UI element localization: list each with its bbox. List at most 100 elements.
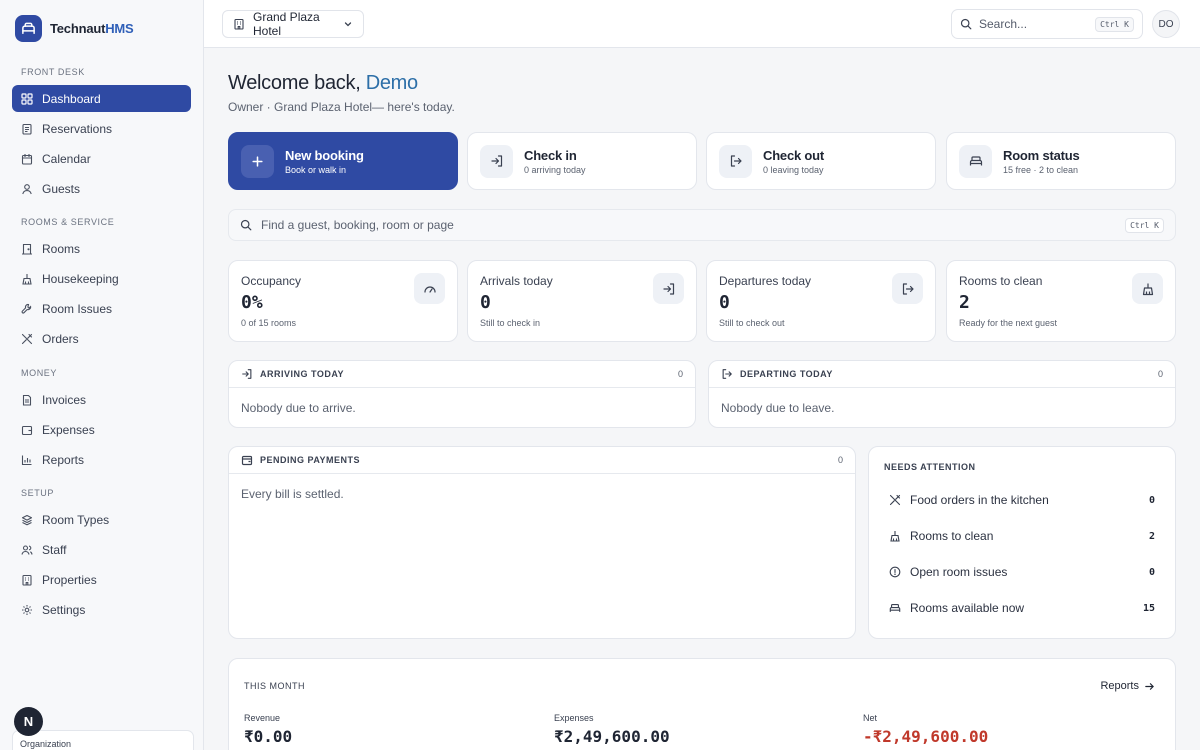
user-avatar[interactable]: DO bbox=[1152, 10, 1180, 38]
plus-icon bbox=[241, 144, 274, 178]
action-title: Room status bbox=[1003, 147, 1080, 163]
section-label-rooms-service: ROOMS & SERVICE bbox=[21, 217, 115, 227]
check-out-button[interactable]: Check out 0 leaving today bbox=[706, 132, 936, 190]
check-in-button[interactable]: Check in 0 arriving today bbox=[467, 132, 697, 190]
door-icon bbox=[21, 243, 33, 255]
utensils-icon bbox=[889, 494, 901, 506]
attention-label: Rooms available now bbox=[910, 601, 1025, 615]
panel-count: 0 bbox=[1157, 369, 1163, 379]
metric-net: Net -₹2,49,600.00 bbox=[863, 713, 988, 746]
login-icon bbox=[480, 144, 513, 178]
sidebar-item-properties[interactable]: Properties bbox=[12, 566, 191, 593]
sidebar-item-label: Housekeeping bbox=[42, 271, 119, 286]
page-title: Welcome back, Demo bbox=[228, 72, 418, 94]
organization-avatar[interactable]: N bbox=[14, 707, 43, 736]
hotel-logo-icon bbox=[15, 15, 42, 42]
panel-title: THIS MONTH bbox=[244, 681, 305, 691]
page-subtitle: Owner · Grand Plaza Hotel— here's today. bbox=[228, 100, 455, 114]
sidebar-item-rooms[interactable]: Rooms bbox=[12, 235, 191, 262]
action-subtitle: 0 arriving today bbox=[524, 164, 586, 175]
needs-attention-panel: NEEDS ATTENTION Food orders in the kitch… bbox=[868, 446, 1176, 639]
sidebar-item-reservations[interactable]: Reservations bbox=[12, 115, 191, 142]
attention-row-rooms-to-clean[interactable]: Rooms to clean 2 bbox=[889, 528, 1155, 544]
sidebar-item-label: Reservations bbox=[42, 121, 113, 136]
metric-label: Expenses bbox=[554, 713, 594, 723]
search-icon bbox=[240, 219, 252, 231]
bed-icon bbox=[959, 144, 992, 178]
gear-icon bbox=[21, 604, 33, 616]
hotel-selector[interactable]: Grand Plaza Hotel bbox=[222, 10, 364, 38]
panel-empty-message: Nobody due to arrive. bbox=[241, 401, 356, 415]
search-icon bbox=[960, 18, 972, 30]
attention-label: Rooms to clean bbox=[910, 529, 994, 543]
new-booking-button[interactable]: New booking Book or walk in bbox=[228, 132, 458, 190]
wallet-icon bbox=[241, 454, 253, 466]
metric-value: -₹2,49,600.00 bbox=[863, 727, 989, 746]
sidebar-item-reports[interactable]: Reports bbox=[12, 446, 191, 473]
sidebar-item-staff[interactable]: Staff bbox=[12, 536, 191, 563]
sidebar-item-invoices[interactable]: Invoices bbox=[12, 386, 191, 413]
alert-circle-icon bbox=[889, 566, 901, 578]
attention-row-rooms-available[interactable]: Rooms available now 15 bbox=[889, 600, 1155, 616]
gauge-icon bbox=[414, 273, 445, 304]
grid-icon bbox=[21, 92, 33, 105]
metric-revenue: Revenue ₹0.00 bbox=[244, 713, 292, 746]
chevron-down-icon bbox=[343, 19, 353, 29]
global-search-input[interactable]: Search... Ctrl K bbox=[951, 9, 1143, 39]
user-icon bbox=[21, 183, 33, 195]
panel-header: ARRIVING TODAY 0 bbox=[229, 361, 695, 388]
metric-label: Revenue bbox=[244, 713, 281, 723]
sidebar-item-calendar[interactable]: Calendar bbox=[12, 145, 191, 172]
action-title: New booking bbox=[285, 147, 364, 163]
bed-icon bbox=[889, 602, 901, 614]
stat-card-arrivals: Arrivals today 0 Still to check in bbox=[467, 260, 697, 342]
sidebar-item-guests[interactable]: Guests bbox=[12, 175, 191, 202]
sidebar-item-label: Rooms bbox=[42, 241, 81, 256]
sidebar-item-label: Dashboard bbox=[42, 91, 101, 106]
logout-icon bbox=[892, 273, 923, 304]
action-subtitle: 15 free · 2 to clean bbox=[1003, 164, 1079, 175]
wallet-icon bbox=[21, 424, 33, 436]
find-search-input[interactable]: Find a guest, booking, room or page Ctrl… bbox=[228, 209, 1176, 241]
bar-chart-icon bbox=[21, 454, 33, 466]
broom-icon bbox=[21, 273, 33, 285]
room-status-button[interactable]: Room status 15 free · 2 to clean bbox=[946, 132, 1176, 190]
stat-hint: Still to check out bbox=[719, 318, 785, 328]
sidebar-item-settings[interactable]: Settings bbox=[12, 596, 191, 623]
sidebar-item-label: Reports bbox=[42, 452, 85, 467]
sidebar-item-label: Invoices bbox=[42, 392, 87, 407]
sidebar-item-room-types[interactable]: Room Types bbox=[12, 506, 191, 533]
login-icon bbox=[653, 273, 684, 304]
sidebar-item-label: Room Types bbox=[42, 512, 110, 527]
metric-value: ₹2,49,600.00 bbox=[554, 727, 670, 746]
sidebar-item-label: Settings bbox=[42, 602, 86, 617]
building-icon bbox=[21, 574, 33, 586]
login-icon bbox=[241, 368, 253, 380]
panel-header: PENDING PAYMENTS 0 bbox=[229, 447, 855, 474]
attention-value: 2 bbox=[1148, 530, 1155, 542]
wrench-icon bbox=[21, 303, 33, 315]
reports-link[interactable]: Reports bbox=[1100, 680, 1155, 692]
sidebar-item-dashboard[interactable]: Dashboard bbox=[12, 85, 191, 112]
attention-row-room-issues[interactable]: Open room issues 0 bbox=[889, 564, 1155, 580]
sidebar-item-room-issues[interactable]: Room Issues bbox=[12, 295, 191, 322]
sidebar-item-label: Orders bbox=[42, 331, 79, 346]
this-month-panel: THIS MONTH Reports Revenue ₹0.00 Expense… bbox=[228, 658, 1176, 750]
attention-value: 0 bbox=[1148, 566, 1155, 578]
stat-hint: 0 of 15 rooms bbox=[241, 318, 297, 328]
pending-payments-panel: PENDING PAYMENTS 0 Every bill is settled… bbox=[228, 446, 856, 639]
utensils-icon bbox=[21, 333, 33, 345]
broom-icon bbox=[889, 530, 901, 542]
users-icon bbox=[21, 544, 33, 556]
panel-count: 0 bbox=[837, 455, 843, 465]
brand[interactable]: TechnautHMS bbox=[15, 15, 134, 42]
logout-icon bbox=[721, 368, 733, 380]
sidebar-item-housekeeping[interactable]: Housekeeping bbox=[12, 265, 191, 292]
sidebar-item-expenses[interactable]: Expenses bbox=[12, 416, 191, 443]
organization-switcher[interactable]: Organization bbox=[12, 730, 194, 750]
building-icon bbox=[233, 18, 245, 30]
reports-link-label: Reports bbox=[1100, 680, 1139, 692]
departing-today-panel: DEPARTING TODAY 0 Nobody due to leave. bbox=[708, 360, 1176, 428]
attention-row-food-orders[interactable]: Food orders in the kitchen 0 bbox=[889, 492, 1155, 508]
sidebar-item-orders[interactable]: Orders bbox=[12, 325, 191, 352]
